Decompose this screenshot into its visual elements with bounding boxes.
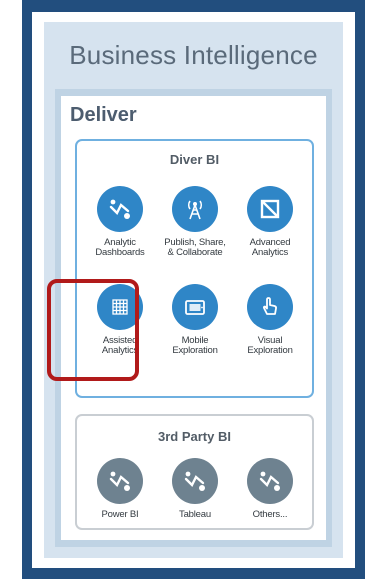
assisted-analytics-highlight [47,279,139,381]
tablet-icon [172,284,218,330]
dashboard-icon [172,458,218,504]
tile-label: Mobile Exploration [172,335,218,356]
tile-label: Publish, Share, & Collaborate [164,237,226,258]
third-party-bi-title: 3rd Party BI [158,429,231,444]
diver-bi-title: Diver BI [169,152,220,167]
tableau-tile[interactable]: Tableau [158,458,232,520]
broadcast-icon [172,186,218,232]
analytic-dashboards-tile[interactable]: Analytic Dashboards [83,186,157,258]
others-tile[interactable]: Others... [233,458,307,520]
advanced-analytics-tile[interactable]: Advanced Analytics [233,186,307,258]
pointer-hand-icon [247,284,293,330]
tile-label: Analytic Dashboards [95,237,145,258]
tile-label: Visual Exploration [247,335,293,356]
dashboard-icon [97,458,143,504]
mobile-exploration-tile[interactable]: Mobile Exploration [158,284,232,356]
visual-exploration-tile[interactable]: Visual Exploration [233,284,307,356]
power-bi-tile[interactable]: Power BI [83,458,157,520]
dashboard-icon [247,458,293,504]
tile-label: Tableau [179,509,211,520]
deliver-title: Deliver [70,104,137,126]
page-title: Business Intelligence [69,40,318,70]
publish-share-collaborate-tile[interactable]: Publish, Share, & Collaborate [158,186,232,258]
tile-label: Power BI [101,509,139,520]
advanced-analytics-icon [247,186,293,232]
dashboard-icon [97,186,143,232]
third-party-bi-card: 3rd Party BI Power BI Tableau Others... [75,414,314,530]
tile-label: Advanced Analytics [249,237,291,258]
tile-label: Others... [252,509,288,520]
